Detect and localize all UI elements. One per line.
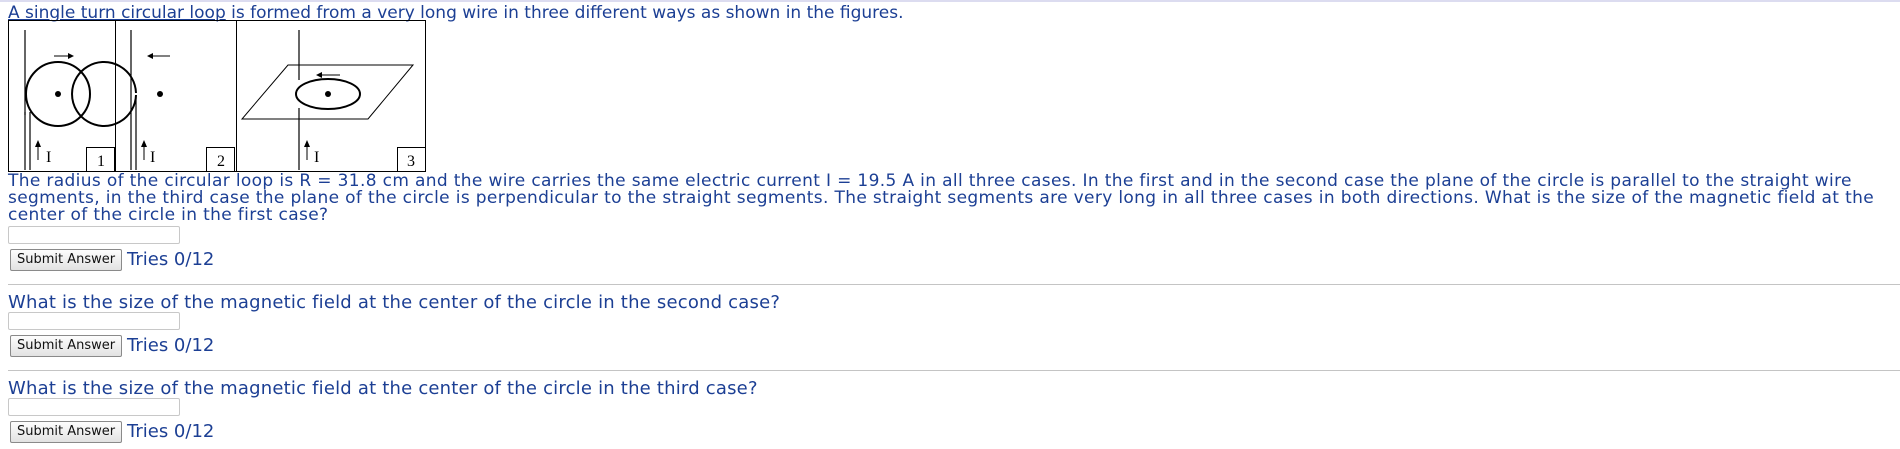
- current-label-3: I: [314, 149, 319, 166]
- tries-counter-2: Tries 0/12: [127, 335, 215, 356]
- current-label-2: I: [150, 149, 155, 166]
- loop-figures: I 1 I 2 I 3: [8, 20, 426, 172]
- panel-1: I 1: [24, 30, 115, 172]
- divider-1: [8, 284, 1900, 285]
- tries-counter-3: Tries 0/12: [127, 421, 215, 442]
- answer-input-3[interactable]: [8, 398, 180, 416]
- answer-input-2[interactable]: [8, 312, 180, 330]
- answer-input-1[interactable]: [8, 226, 180, 244]
- current-loop: [71, 61, 137, 127]
- problem-statement: The radius of the circular loop is R = 3…: [8, 171, 1875, 225]
- question-2: What is the size of the magnetic field a…: [8, 292, 781, 313]
- tries-counter-1: Tries 0/12: [127, 249, 215, 270]
- current-arrowhead: [141, 140, 147, 147]
- panel-number-2: 2: [217, 153, 225, 170]
- question-3: What is the size of the magnetic field a…: [8, 378, 758, 399]
- submit-answer-button-3[interactable]: Submit Answer: [10, 421, 123, 443]
- current-label-1: I: [46, 149, 51, 166]
- arrowhead-left: [147, 53, 153, 59]
- loop-center-dot: [157, 91, 163, 97]
- loop-center-dot: [325, 91, 331, 97]
- submit-answer-button-1[interactable]: Submit Answer: [10, 249, 123, 271]
- panel-number-3: 3: [407, 153, 415, 170]
- panel-number-1: 1: [97, 153, 105, 170]
- divider-2: [8, 370, 1900, 371]
- arrowhead-left: [316, 72, 322, 78]
- current-arrowhead: [35, 140, 41, 147]
- submit-answer-button-2[interactable]: Submit Answer: [10, 335, 123, 357]
- current-arrowhead: [304, 140, 310, 147]
- arrowhead-right: [68, 53, 74, 59]
- panel-3: I 3: [240, 30, 426, 172]
- top-border: [0, 0, 1900, 2]
- loop-center-dot: [55, 91, 61, 97]
